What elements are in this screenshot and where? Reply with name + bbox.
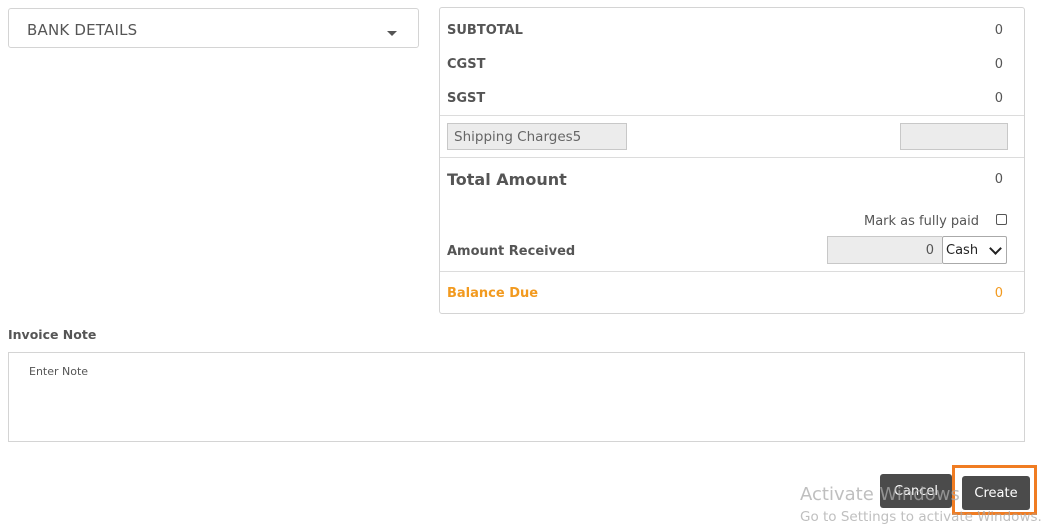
amount-received-input[interactable]: 0 <box>827 236 942 264</box>
mark-fully-paid-checkbox[interactable] <box>996 214 1007 225</box>
shipping-charges-name-input[interactable]: Shipping Charges5 <box>447 123 627 150</box>
chevron-down-icon <box>989 242 1002 255</box>
subtotal-value: 0 <box>994 23 1003 38</box>
payment-method-select[interactable]: Cash <box>942 236 1007 264</box>
divider <box>440 157 1024 158</box>
total-amount-label: Total Amount <box>447 170 567 189</box>
create-button-highlight: Create <box>952 465 1037 515</box>
balance-due-value: 0 <box>994 286 1003 301</box>
shipping-charges-value-input[interactable] <box>900 123 1008 150</box>
subtotal-label: SUBTOTAL <box>447 23 523 38</box>
activate-windows-title: Activate Windows <box>800 484 960 505</box>
invoice-note-textarea[interactable]: Enter Note <box>8 352 1025 442</box>
total-amount-value: 0 <box>994 172 1003 187</box>
divider <box>440 271 1024 272</box>
sgst-label: SGST <box>447 91 486 106</box>
create-button[interactable]: Create <box>962 476 1030 510</box>
invoice-summary-panel: SUBTOTAL 0 CGST 0 SGST 0 Shipping Charge… <box>439 7 1025 314</box>
bank-details-label: BANK DETAILS <box>27 21 138 39</box>
balance-due-label: Balance Due <box>447 286 539 301</box>
cgst-value: 0 <box>994 57 1003 72</box>
bank-details-dropdown[interactable]: BANK DETAILS <box>8 8 419 48</box>
invoice-note-placeholder: Enter Note <box>29 365 89 378</box>
invoice-note-label: Invoice Note <box>8 327 97 342</box>
mark-fully-paid-label: Mark as fully paid <box>863 214 979 229</box>
caret-down-icon <box>387 31 397 36</box>
sgst-value: 0 <box>994 91 1003 106</box>
cgst-label: CGST <box>447 57 486 72</box>
divider <box>440 115 1024 116</box>
amount-received-label: Amount Received <box>447 244 576 259</box>
activate-windows-subtitle: Go to Settings to activate Windows. <box>800 509 1042 525</box>
payment-method-value: Cash <box>946 243 979 258</box>
